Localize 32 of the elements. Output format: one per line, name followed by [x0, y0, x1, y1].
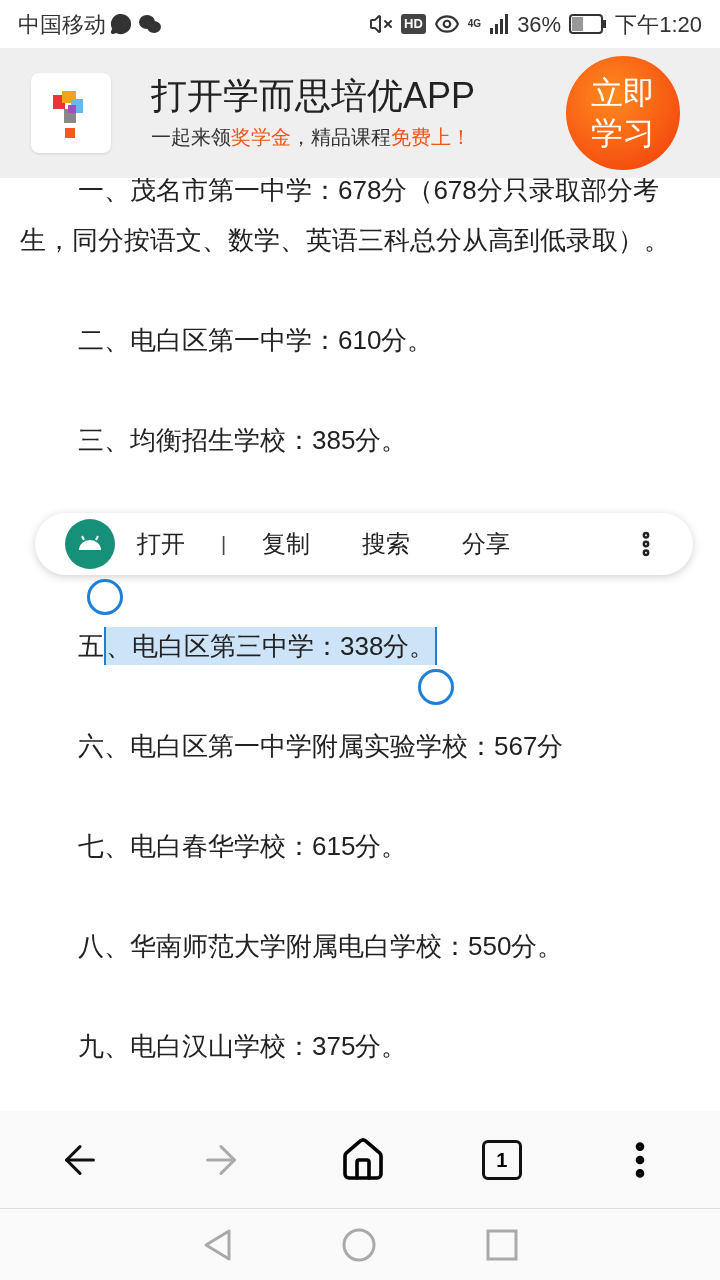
paragraph: 三、均衡招生学校：385分。: [77, 424, 409, 457]
tabs-button[interactable]: 1: [481, 1139, 522, 1180]
message-icon: [110, 13, 132, 35]
carrier-name: 中国移动: [18, 10, 106, 39]
paragraph: 五、电白区第三中学：338分。: [20, 621, 680, 671]
network-label: 4G: [467, 19, 482, 29]
chat-icon: [138, 13, 162, 35]
back-nav-icon[interactable]: [202, 1227, 232, 1262]
mute-icon: [369, 12, 393, 36]
hd-badge: HD: [401, 14, 426, 34]
paragraph: 八、华南师范大学附属电白学校：550分。: [77, 930, 565, 963]
paragraph: 二、电白区第一中学：610分。: [77, 324, 435, 357]
menu-item[interactable]: 打开: [137, 526, 185, 562]
menu-item[interactable]: 分享: [462, 526, 511, 562]
menu-item[interactable]: 复制: [262, 526, 311, 562]
home-nav-icon[interactable]: [342, 1227, 376, 1262]
menu-item[interactable]: 搜索: [362, 526, 411, 562]
banner-subtitle: 一起来领奖学金，精品课程免费上！: [151, 125, 472, 150]
android-app-icon[interactable]: [65, 519, 115, 569]
clock: 下午1:20: [615, 10, 702, 39]
app-banner[interactable]: 打开学而思培优APP 一起来领奖学金，精品课程免费上！ 立即学习: [0, 48, 720, 178]
paragraph: 七、电白春华学校：615分。: [77, 830, 409, 863]
recents-nav-icon[interactable]: [486, 1228, 518, 1261]
paragraph: 六、电白区第一中学附属实验学校：567分: [77, 730, 565, 763]
battery-percent: 36%: [517, 10, 562, 39]
menu-separator: |: [221, 532, 227, 557]
paragraph: 九、电白汉山学校：375分。: [77, 1030, 409, 1063]
battery-icon: [569, 14, 608, 34]
selection-handle[interactable]: [87, 579, 123, 615]
selection-handle[interactable]: [418, 669, 455, 705]
signal-icon: [489, 14, 510, 34]
banner-title: 打开学而思培优APP: [151, 74, 476, 118]
